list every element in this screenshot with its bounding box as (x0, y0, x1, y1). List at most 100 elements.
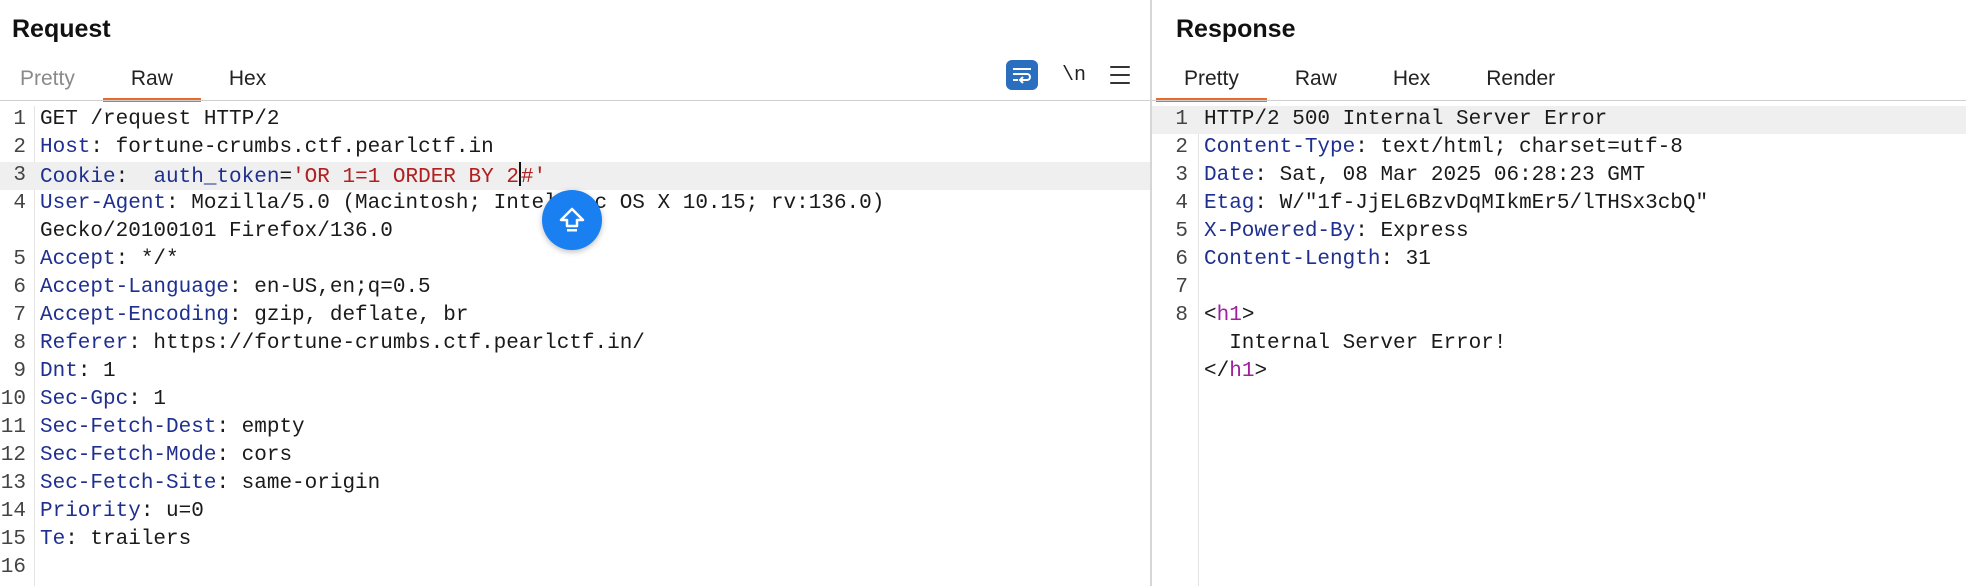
line-content: Sec-Fetch-Dest: empty (40, 414, 305, 442)
header-value: : cors (216, 444, 293, 467)
request-line[interactable]: 1 GET /request HTTP/2 (0, 106, 1150, 134)
line-content: Priority: u=0 (40, 498, 204, 526)
header-value: < (1204, 304, 1217, 327)
request-line[interactable]: 6 Accept-Language: en-US,en;q=0.5 (0, 274, 1150, 302)
request-tab-pretty[interactable]: Pretty (0, 60, 103, 102)
response-line[interactable]: Internal Server Error! (1152, 330, 1966, 358)
header-name: Cookie (40, 166, 116, 189)
arrow-up-icon[interactable] (542, 190, 602, 250)
header-name: Priority (40, 500, 141, 523)
request-line[interactable]: 9 Dnt: 1 (0, 358, 1150, 386)
header-name: Sec-Gpc (40, 388, 129, 411)
response-tab-render[interactable]: Render (1458, 60, 1583, 102)
line-number: 4 (13, 192, 26, 215)
response-tabs-divider (1152, 100, 1966, 101)
wrap-lines-icon[interactable] (1005, 60, 1038, 90)
request-line[interactable]: 7 Accept-Encoding: gzip, deflate, br (0, 302, 1150, 330)
header-name: Accept (40, 248, 116, 271)
response-line[interactable]: 5 X-Powered-By: Express (1152, 218, 1966, 246)
header-value: : 1 (77, 360, 116, 383)
line-content: Sec-Fetch-Mode: cors (40, 442, 292, 470)
line-content: Cookie: auth_token='OR 1=1 ORDER BY 2#' (40, 162, 546, 192)
response-line[interactable]: 2 Content-Type: text/html; charset=utf-8 (1152, 134, 1966, 162)
header-value: : 31 (1380, 248, 1431, 271)
request-line[interactable]: 3 Cookie: auth_token='OR 1=1 ORDER BY 2#' (0, 162, 1150, 190)
header-name: Referer (40, 332, 129, 355)
header-value: : Mozilla/5.0 (Macintosh; Intel Mac OS X… (166, 192, 885, 215)
response-line[interactable]: 4 Etag: W/"1f-JjEL6BzvDqMIkmEr5/lTHSx3cbQ… (1152, 190, 1966, 218)
line-number: 3 (13, 164, 26, 187)
line-content: Accept-Encoding: gzip, deflate, br (40, 302, 468, 330)
line-number: 3 (1175, 164, 1188, 187)
line-content: Host: fortune-crumbs.ctf.pearlctf.in (40, 134, 494, 162)
response-line[interactable]: 3 Date: Sat, 08 Mar 2025 06:28:23 GMT (1152, 162, 1966, 190)
request-editor[interactable]: 1 GET /request HTTP/2 2 Host: fortune-crumb… (0, 106, 1150, 586)
line-content: Te: trailers (40, 526, 191, 554)
request-line[interactable]: 11 Sec-Fetch-Dest: empty (0, 414, 1150, 442)
line-content: Content-Length: 31 (1204, 246, 1431, 274)
line-content: Date: Sat, 08 Mar 2025 06:28:23 GMT (1204, 162, 1645, 190)
request-line[interactable]: 13 Sec-Fetch-Site: same-origin (0, 470, 1150, 498)
hamburger-menu-icon[interactable] (1110, 66, 1130, 84)
html-tag-name: h1 (1229, 360, 1255, 383)
header-value: > (1241, 304, 1255, 327)
header-name: X-Powered-By (1204, 220, 1356, 243)
line-number: 15 (0, 528, 26, 551)
line-number: 12 (0, 444, 26, 467)
response-line[interactable]: 6 Content-Length: 31 (1152, 246, 1966, 274)
header-name: Accept-Encoding (40, 304, 230, 327)
line-content: GET /request HTTP/2 (40, 106, 279, 134)
header-value: : W/"1f-JjEL6BzvDqMIkmEr5/lTHSx3cbQ" (1254, 192, 1709, 215)
line-number: 9 (13, 360, 26, 383)
cookie-name: auth_token (153, 166, 280, 189)
line-number: 6 (13, 276, 26, 299)
line-content: </h1> (1204, 358, 1267, 386)
response-tab-raw[interactable]: Raw (1267, 60, 1365, 102)
header-value: : empty (216, 416, 305, 439)
request-line[interactable]: 2 Host: fortune-crumbs.ctf.pearlctf.in (0, 134, 1150, 162)
header-value: </ (1204, 360, 1230, 383)
response-line[interactable]: 1 HTTP/2 500 Internal Server Error (1152, 106, 1966, 134)
line-content: HTTP/2 500 Internal Server Error (1204, 106, 1607, 134)
response-editor[interactable]: 1 HTTP/2 500 Internal Server Error 2 Conten… (1152, 106, 1966, 586)
line-number: 13 (0, 472, 26, 495)
line-number: 4 (1175, 192, 1188, 215)
show-newlines-button[interactable]: \n (1062, 64, 1086, 87)
request-line[interactable]: 12 Sec-Fetch-Mode: cors (0, 442, 1150, 470)
request-line[interactable]: 10 Sec-Gpc: 1 (0, 386, 1150, 414)
line-number: 6 (1175, 248, 1188, 271)
header-name: Sec-Fetch-Site (40, 472, 217, 495)
response-tabs: Pretty Raw Hex Render (1156, 60, 1583, 102)
header-name: Host (40, 136, 91, 159)
line-content: Gecko/20100101 Firefox/136.0 (40, 218, 393, 246)
request-tab-raw[interactable]: Raw (102, 60, 201, 102)
response-tab-hex[interactable]: Hex (1365, 60, 1458, 102)
request-pane: Request Pretty Raw Hex \n 1 GET /request … (0, 0, 1150, 586)
header-value: Gecko/20100101 Firefox/136.0 (40, 220, 393, 243)
html-tag-name: h1 (1216, 304, 1242, 327)
line-content: Sec-Gpc: 1 (40, 386, 166, 414)
request-line[interactable]: 5 Accept: */* (0, 246, 1150, 274)
line-number: 2 (1175, 136, 1188, 159)
line-number: 5 (1175, 220, 1188, 243)
request-line[interactable]: 8 Referer: https://fortune-crumbs.ctf.pea… (0, 330, 1150, 358)
response-line[interactable]: 8 <h1> (1152, 302, 1966, 330)
line-content: Sec-Fetch-Site: same-origin (40, 470, 380, 498)
header-name: Date (1204, 164, 1255, 187)
line-number: 14 (0, 500, 26, 523)
header-name: Dnt (40, 360, 78, 383)
request-tab-hex[interactable]: Hex (201, 60, 294, 102)
request-line[interactable]: 15 Te: trailers (0, 526, 1150, 554)
request-line[interactable]: 16 (0, 554, 1150, 582)
header-value: : gzip, deflate, br (229, 304, 469, 327)
response-line[interactable]: 7 (1152, 274, 1966, 302)
header-value: : text/html; charset=utf-8 (1355, 136, 1683, 159)
line-content: Content-Type: text/html; charset=utf-8 (1204, 134, 1683, 162)
response-line[interactable]: </h1> (1152, 358, 1966, 386)
line-content: Referer: https://fortune-crumbs.ctf.pear… (40, 330, 645, 358)
header-value: : (115, 166, 154, 189)
response-tab-pretty[interactable]: Pretty (1156, 60, 1267, 102)
request-tabs-divider (0, 100, 1150, 101)
line-content: User-Agent: Mozilla/5.0 (Macintosh; Inte… (40, 190, 884, 218)
request-line[interactable]: 14 Priority: u=0 (0, 498, 1150, 526)
